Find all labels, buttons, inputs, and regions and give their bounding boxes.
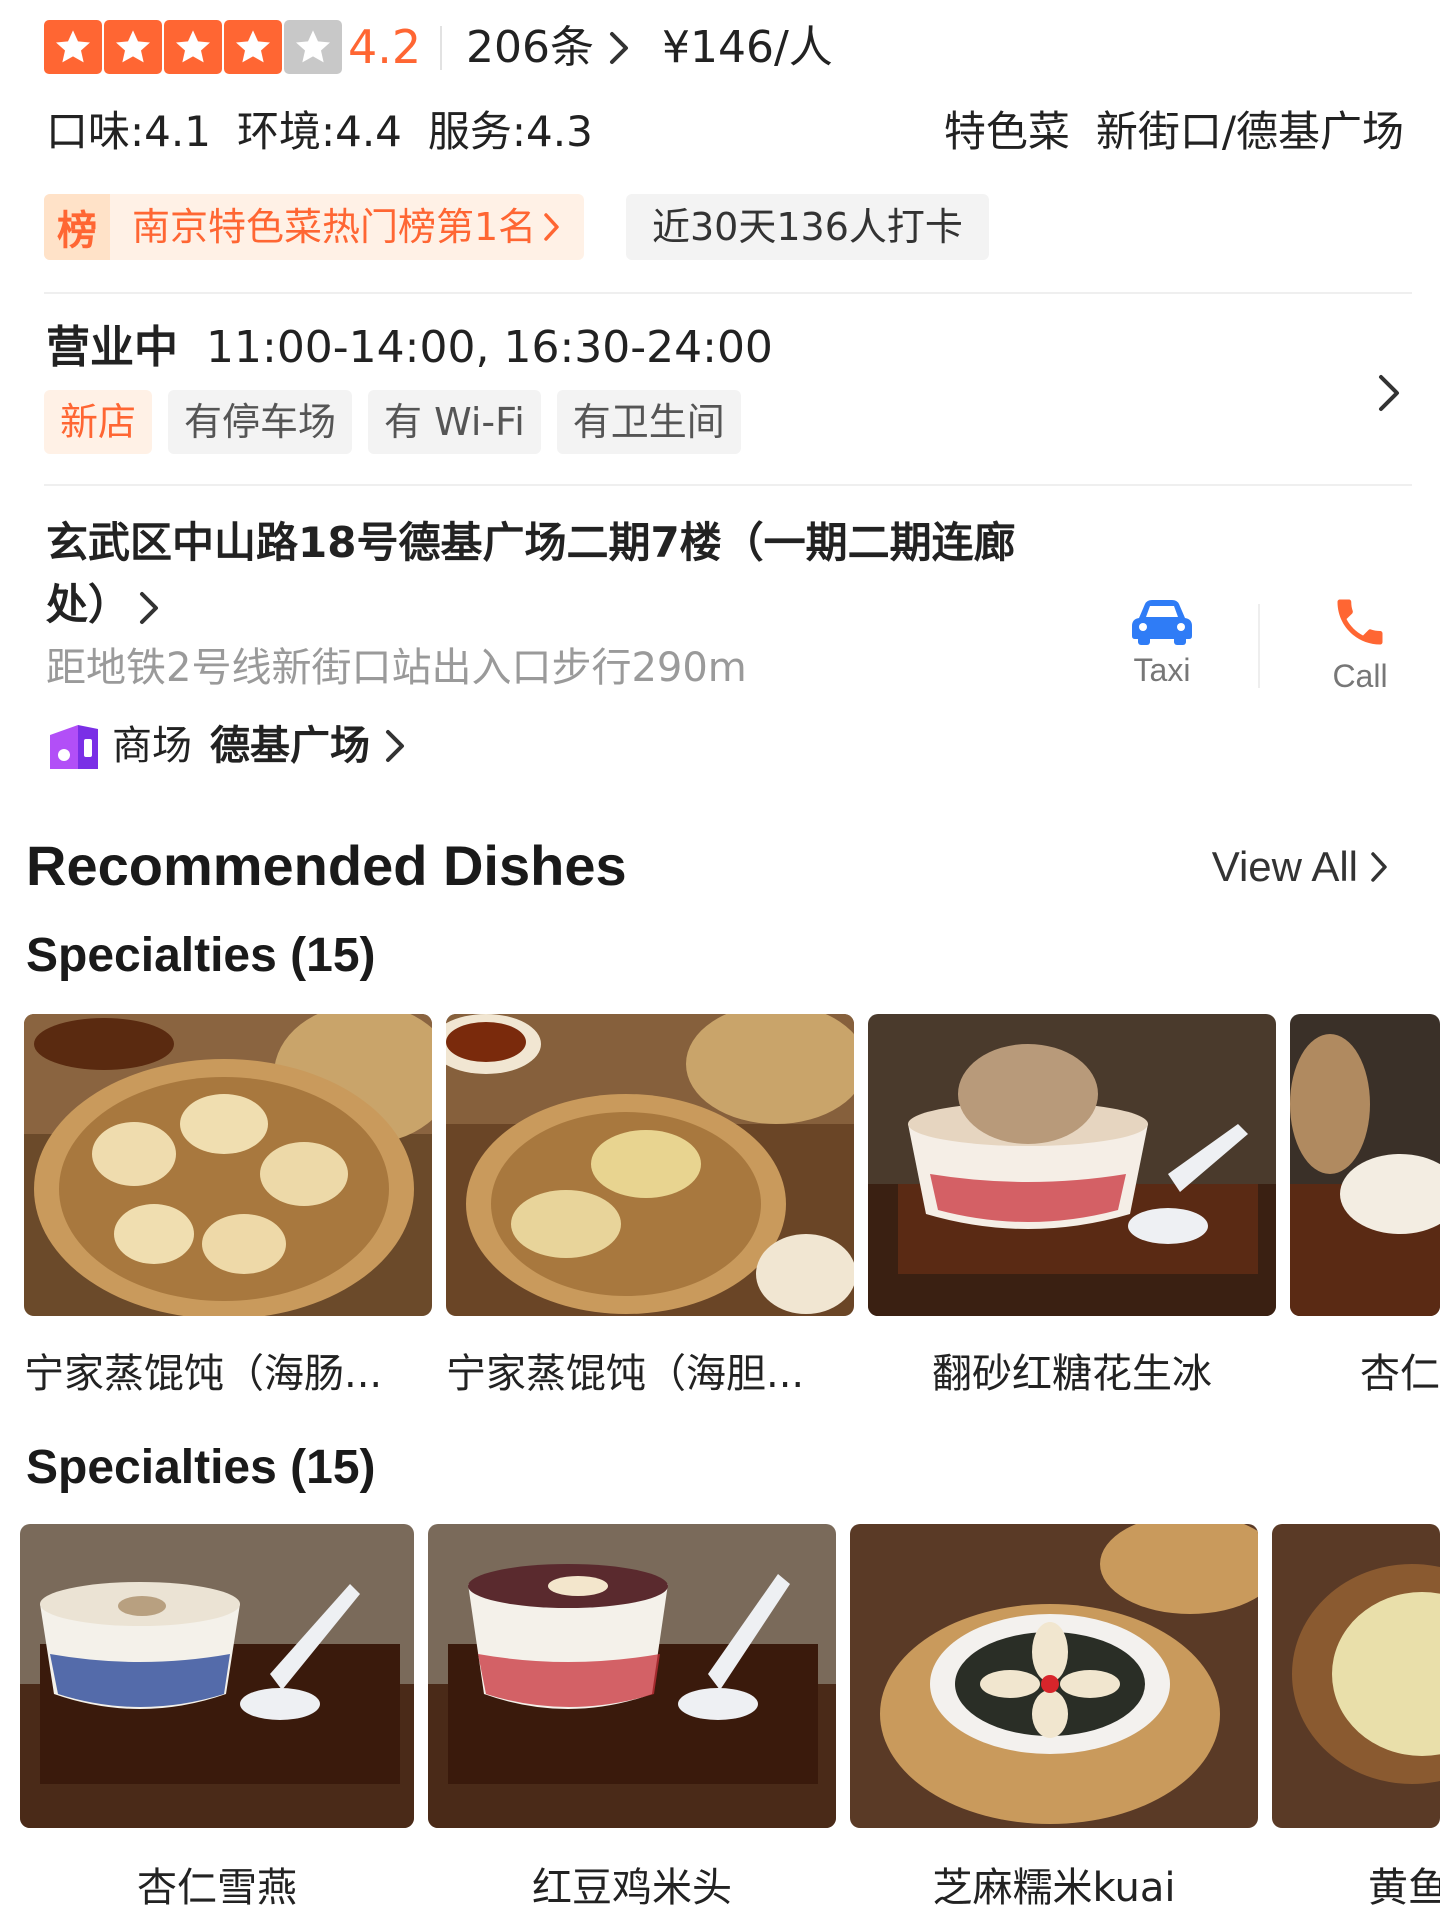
- star-filled-icon: [104, 20, 162, 74]
- dish-image: [428, 1524, 836, 1828]
- taste-score: 口味:4.1: [46, 107, 211, 156]
- ranking-text: 南京特色菜热门榜第1名: [132, 205, 537, 249]
- star-empty-icon: [284, 20, 342, 74]
- star-filled-icon: [44, 20, 102, 74]
- dish-card[interactable]: 宁家蒸馄饨（海肠...: [24, 1014, 432, 1404]
- star-filled-icon: [164, 20, 222, 74]
- dish-image: [446, 1014, 854, 1316]
- dish-image: [868, 1014, 1276, 1316]
- taxi-label: Taxi: [1133, 652, 1191, 688]
- review-count-link[interactable]: 206条: [466, 20, 594, 76]
- dish-image: [1272, 1524, 1440, 1828]
- dish-photo: [20, 1524, 414, 1828]
- dish-group-title: Specialties (15): [26, 929, 376, 982]
- dish-image: [1290, 1014, 1440, 1316]
- ranking-tag[interactable]: 榜 南京特色菜热门榜第1名: [44, 194, 585, 260]
- price-per-person: ¥146/人: [662, 22, 833, 73]
- dish-photo: [1272, 1524, 1440, 1828]
- dish-card[interactable]: 黄鱼: [1272, 1524, 1440, 1918]
- divider: [440, 26, 442, 70]
- dish-photo: [1290, 1014, 1440, 1316]
- dish-image: [24, 1014, 432, 1316]
- facility-tag-new: 新店: [44, 390, 153, 454]
- dish-card[interactable]: 宁家蒸馄饨（海胆...: [446, 1014, 854, 1404]
- divider: [1258, 604, 1260, 688]
- dish-name: 黄鱼: [1368, 1865, 1440, 1911]
- business-hours[interactable]: 营业中 11:00-14:00, 16:30-24:00: [46, 318, 773, 378]
- dish-name: 杏仁: [1360, 1351, 1440, 1397]
- phone-icon: [1337, 599, 1383, 645]
- ranking-text-wrap: 南京特色菜热门榜第1名: [110, 194, 584, 260]
- opening-times: 11:00-14:00, 16:30-24:00: [206, 322, 773, 373]
- chevron-right-icon: [544, 213, 559, 241]
- dish-card[interactable]: 杏仁雪燕: [20, 1524, 414, 1918]
- dish-image: [850, 1524, 1258, 1828]
- mall-icon: [50, 725, 98, 769]
- address-link[interactable]: 玄武区中山路18号德基广场二期7楼（一期二期连廊处）: [46, 512, 1026, 636]
- facility-tag-restroom: 有卫生间: [556, 390, 741, 454]
- facility-tags: 新店 有停车场 有 Wi-Fi 有卫生间: [44, 390, 741, 454]
- dish-photo: [428, 1524, 836, 1828]
- chevron-right-icon: [386, 730, 404, 762]
- category-label: 特色菜: [943, 107, 1070, 156]
- dish-name: 红豆鸡米头: [532, 1865, 732, 1911]
- dish-photo: [868, 1014, 1276, 1316]
- area-label: 新街口/德基广场: [1095, 107, 1404, 156]
- chevron-right-icon: [140, 591, 159, 624]
- dish-photo: [446, 1014, 854, 1316]
- chevron-right-icon[interactable]: [1374, 370, 1404, 416]
- sub-scores: 口味:4.1 环境:4.4 服务:4.3: [46, 104, 593, 160]
- chevron-right-icon[interactable]: [606, 28, 632, 68]
- car-icon: [1132, 600, 1192, 645]
- environment-score: 环境:4.4: [236, 107, 402, 156]
- dish-name: 宁家蒸馄饨（海胆...: [446, 1351, 805, 1397]
- dish-group-title: Specialties (15): [26, 1441, 376, 1494]
- divider: [44, 292, 1412, 294]
- open-status: 营业中: [46, 322, 178, 373]
- divider: [44, 484, 1412, 486]
- checkin-tag: 近30天136人打卡: [626, 194, 989, 260]
- dish-photo: [850, 1524, 1258, 1828]
- call-label: Call: [1332, 658, 1388, 694]
- mall-name: 德基广场: [210, 723, 370, 769]
- call-button[interactable]: Call: [1290, 592, 1430, 695]
- dish-card[interactable]: 翻砂红糖花生冰: [868, 1014, 1276, 1404]
- dish-card[interactable]: 红豆鸡米头: [428, 1524, 836, 1918]
- dish-image: [20, 1524, 414, 1828]
- section-title: Recommended Dishes: [26, 834, 627, 897]
- taxi-button[interactable]: Taxi: [1092, 596, 1232, 689]
- view-all-label: View All: [1211, 843, 1358, 890]
- facility-tag-parking: 有停车场: [168, 390, 353, 454]
- dish-name: 翻砂红糖花生冰: [932, 1351, 1212, 1397]
- facility-tag-wifi: 有 Wi-Fi: [368, 390, 541, 454]
- chevron-right-icon: [1371, 852, 1387, 882]
- dish-name: 杏仁雪燕: [137, 1865, 297, 1911]
- dish-card[interactable]: 芝麻糯米kuai: [850, 1524, 1258, 1918]
- dish-photo: [24, 1014, 432, 1316]
- mall-label: 商场: [112, 723, 192, 769]
- ranking-badge-icon: 榜: [44, 194, 110, 260]
- metro-distance: 距地铁2号线新街口站出入口步行290m: [46, 645, 747, 691]
- rating-stars: [44, 20, 342, 74]
- dish-name: 宁家蒸馄饨（海肠...: [24, 1351, 383, 1397]
- address-text: 玄武区中山路18号德基广场二期7楼（一期二期连廊处）: [46, 518, 1016, 629]
- category-area: 特色菜 新街口/德基广场: [944, 104, 1404, 160]
- service-score: 服务:4.3: [427, 107, 593, 156]
- rating-score: 4.2: [348, 20, 422, 74]
- view-all-link[interactable]: View All: [1212, 838, 1390, 896]
- dish-card[interactable]: 杏仁: [1290, 1014, 1440, 1404]
- dish-name: 芝麻糯米kuai: [932, 1865, 1176, 1911]
- star-filled-icon: [224, 20, 282, 74]
- mall-link[interactable]: 商场 德基广场: [48, 716, 408, 776]
